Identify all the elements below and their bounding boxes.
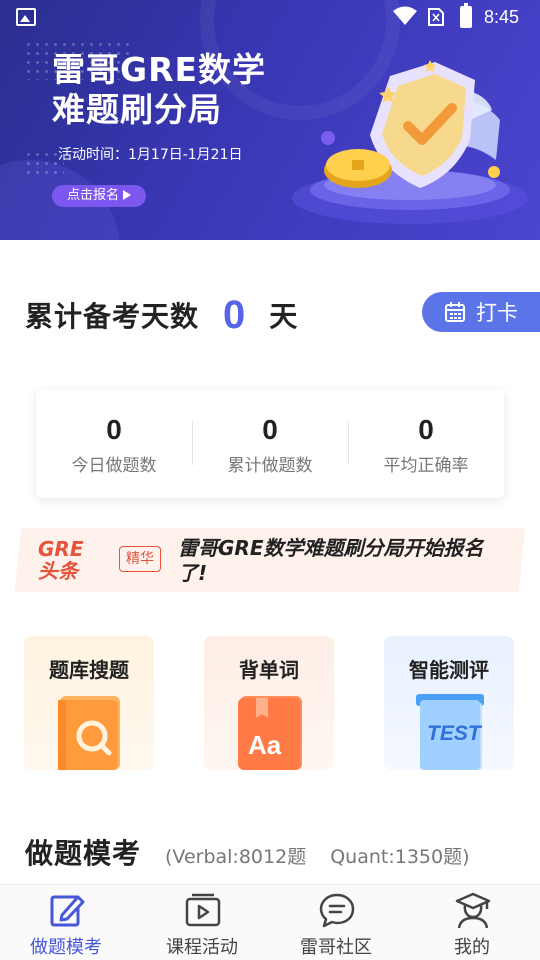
stat-value: 0 <box>418 413 434 445</box>
featured-tag: 精华 <box>119 546 161 572</box>
svg-text:TEST: TEST <box>427 722 483 745</box>
card-label: 题库搜题 <box>49 658 129 682</box>
wifi-icon <box>393 6 417 25</box>
stat-accuracy: 0 平均正确率 <box>348 413 504 476</box>
profile-icon <box>455 892 491 929</box>
search-book-icon <box>58 696 120 770</box>
nav-tab-community[interactable]: 雷哥社区 <box>276 885 396 960</box>
status-bar: 8:45 <box>0 0 540 36</box>
stat-total-questions: 0 累计做题数 <box>192 413 348 476</box>
shield-coin-illustration <box>292 60 528 224</box>
mock-exam-section-header: 做题模考 (Verbal:8012题 Quant:1350题) <box>25 832 470 872</box>
section-title: 做题模考 <box>25 837 142 870</box>
stat-today-questions: 0 今日做题数 <box>36 413 192 476</box>
nav-label: 做题模考 <box>30 937 102 958</box>
stat-value: 0 <box>106 413 122 445</box>
prep-days-counter: 累计备考天数 0 天 <box>25 290 297 340</box>
nav-label: 课程活动 <box>166 937 238 958</box>
register-button[interactable]: 点击报名 <box>52 185 146 207</box>
prep-days-value: 0 <box>223 292 246 337</box>
checkin-label: 打卡 <box>476 301 518 325</box>
stat-label: 累计做题数 <box>227 455 313 476</box>
banner-title-line: 雷哥GRE数学 <box>52 50 267 89</box>
nav-tab-practice[interactable]: 做题模考 <box>6 885 126 960</box>
verbal-count: (Verbal:8012题 <box>165 846 307 868</box>
logo-line: 头条 <box>38 559 78 583</box>
battery-icon <box>460 3 472 28</box>
stat-label: 平均正确率 <box>383 455 469 476</box>
prep-days-unit: 天 <box>269 300 298 333</box>
gre-headline-logo: GRE 头条 <box>38 538 90 582</box>
sim-signal-icon <box>428 8 444 26</box>
nav-tab-courses[interactable]: 课程活动 <box>142 885 262 960</box>
promo-banner[interactable]: 8:45 雷哥GRE数学 难题刷分局 活动时间：1月17日-1月21日 点击报名 <box>0 0 540 240</box>
video-icon <box>185 893 221 927</box>
edit-icon <box>50 895 85 927</box>
banner-date: 活动时间：1月17日-1月21日 <box>58 147 243 163</box>
question-search-card[interactable]: 题库搜题 <box>24 636 154 770</box>
test-icon: TEST <box>416 694 484 770</box>
bottom-navigation: 做题模考 课程活动 雷哥社区 我的 <box>0 884 540 960</box>
logo-line: GRE <box>38 537 84 561</box>
play-arrow-icon <box>123 190 131 200</box>
chat-icon <box>319 893 355 928</box>
calendar-icon <box>445 302 465 322</box>
nav-label: 我的 <box>454 937 490 958</box>
nav-label: 雷哥社区 <box>300 937 372 958</box>
checkin-button[interactable]: 打卡 <box>422 292 540 332</box>
stat-label: 今日做题数 <box>71 455 157 476</box>
prep-days-label: 累计备考天数 <box>25 300 200 333</box>
stat-value: 0 <box>262 413 278 445</box>
stats-card: 0 今日做题数 0 累计做题数 0 平均正确率 <box>36 390 504 498</box>
headline-text: 雷哥GRE数学难题刷分局开始报名了! <box>178 536 484 585</box>
vocabulary-card[interactable]: 背单词 Aa <box>204 636 334 770</box>
card-label: 智能测评 <box>409 658 489 682</box>
banner-title-line: 难题刷分局 <box>52 90 222 129</box>
status-time: 8:45 <box>484 7 520 27</box>
card-label: 背单词 <box>239 658 299 682</box>
vocab-book-icon: Aa <box>238 696 302 770</box>
image-notification-icon <box>16 8 36 26</box>
smart-assessment-card[interactable]: 智能测评 TEST <box>384 636 514 770</box>
svg-text:Aa: Aa <box>248 730 282 760</box>
quant-count: Quant:1350题) <box>330 846 470 868</box>
nav-tab-profile[interactable]: 我的 <box>412 885 532 960</box>
register-button-label: 点击报名 <box>66 188 119 203</box>
banner-title: 雷哥GRE数学 难题刷分局 <box>52 50 266 130</box>
gre-headline-news[interactable]: GRE 头条 精华 雷哥GRE数学难题刷分局开始报名了! <box>18 528 522 592</box>
